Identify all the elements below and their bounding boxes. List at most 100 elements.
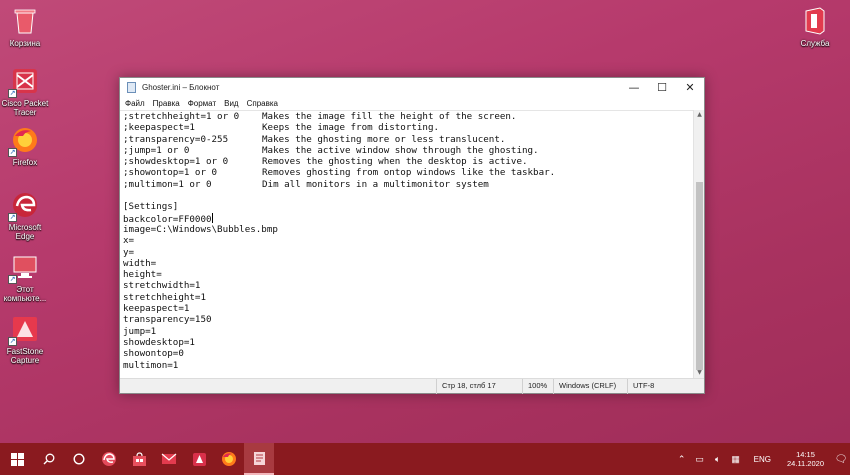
vertical-scrollbar[interactable]: ▲ ▼ [693,110,704,378]
setting-line: stretchwidth=1 [123,280,201,292]
status-cursor-position: Стр 18, стлб 17 [436,379,496,394]
clock-time: 14:15 [796,450,815,459]
recycle-bin-icon [10,6,40,36]
setting-line: image=C:\Windows\Bubbles.bmp [123,223,278,235]
editor-line-blank [120,190,693,201]
comment-key: ;transparency=0-255 [123,133,229,145]
window-title: Ghoster.ini – Блокнот [142,82,220,92]
desktop-icon-recycle-bin[interactable]: Корзина [1,6,49,48]
setting-line: height= [123,269,162,281]
menu-format[interactable]: Формат [188,99,216,108]
desktop-icon-label: Этот компьюте... [3,285,47,303]
comment-key: ;jump=1 or 0 [123,144,190,156]
editor-line: ;stretchheight=1 or 0 Makes the image fil… [120,111,693,122]
setting-line: transparency=150 [123,314,212,326]
setting-line: stretchheight=1 [123,291,206,303]
firefox-icon: ↗ [8,125,40,157]
comment-desc: Makes the active window show through the… [262,144,539,156]
setting-line: x= [123,235,135,247]
setting-line: showdesktop=1 [123,336,195,348]
comment-desc: Dim all monitors in a multimonitor syste… [262,178,489,190]
comment-desc: Removes the ghosting when the desktop is… [262,156,528,168]
faststone-capture-icon: ↗ [8,314,40,346]
menu-view[interactable]: Вид [224,99,238,108]
comment-key: ;stretchheight=1 or 0 [123,111,240,122]
chevron-up-icon[interactable]: ⌃ [674,454,690,465]
cortana-icon[interactable] [64,443,94,475]
title-bar[interactable]: Ghoster.ini – Блокнот — ☐ ✕ [120,78,704,96]
text-editor[interactable]: ;stretchheight=1 or 0 Makes the image fil… [120,110,693,378]
scrollbar-thumb[interactable] [696,182,703,370]
desktop-icon-firefox[interactable]: ↗ Firefox [1,125,49,167]
menu-bar: Файл Правка Формат Вид Справка [120,96,704,110]
clock[interactable]: 14:15 24.11.2020 [787,450,824,468]
desktop-icon-label: Корзина [9,39,41,48]
editor-line: ;showdesktop=1 or 0 Removes the ghosting … [120,156,693,167]
network-icon[interactable]: ▭ [692,454,708,465]
desktop-icon-label: FastStone Capture [6,347,44,365]
desktop-icon-microsoft-edge[interactable]: ↗ Microsoft Edge [1,190,49,241]
computer-icon: ↗ [8,252,40,284]
comment-desc: Makes the ghosting more or less transluc… [262,133,506,145]
menu-file[interactable]: Файл [125,99,145,108]
setting-line: width= [123,257,157,269]
comment-key: ;keepaspect=1 [123,122,195,134]
editor-line: ;multimon=1 or 0 Dim all monitors in a mu… [120,179,693,190]
scroll-down-arrow-icon[interactable]: ▼ [694,368,705,378]
status-bar: Стр 18, стлб 17 100% Windows (CRLF) UTF-… [120,378,704,394]
desktop-icon-label: Microsoft Edge [8,223,42,241]
text-caret [211,212,213,223]
editor-line-current: backcolor=FF0000 [120,212,693,225]
desktop-icon-label: Служба [800,39,830,48]
search-icon[interactable] [34,443,64,475]
desktop-icon-service[interactable]: Служба [791,6,839,48]
taskbar: ⌃ ▭ 🔈︎ ▦ ENG 14:15 24.11.2020 🗨︎ [0,443,850,475]
mail-icon[interactable] [154,443,184,475]
close-button[interactable]: ✕ [676,78,704,96]
comment-key: ;showontop=1 or 0 [123,167,218,179]
desktop-icon-label: Cisco Packet Tracer [1,99,49,117]
scroll-up-arrow-icon[interactable]: ▲ [694,110,705,120]
notepad-app-icon [127,81,136,93]
comment-key: ;showdesktop=1 or 0 [123,156,229,168]
desktop-icon-cisco-packet-tracer[interactable]: ↗ Cisco Packet Tracer [1,66,49,117]
notification-icon[interactable]: 🗨︎ [832,454,850,465]
setting-line: showontop=0 [123,348,184,360]
desktop-icon-faststone-capture[interactable]: ↗ FastStone Capture [1,314,49,365]
store-icon[interactable] [124,443,154,475]
keyboard-icon[interactable]: ▦ [728,454,744,465]
menu-help[interactable]: Справка [247,99,278,108]
app-icon[interactable] [184,443,214,475]
section-header: [Settings] [123,201,179,213]
status-encoding: UTF-8 [627,379,654,394]
minimize-button[interactable]: — [620,78,648,96]
system-tray: ⌃ ▭ 🔈︎ ▦ ENG 14:15 24.11.2020 🗨︎ [674,443,850,475]
notepad-window[interactable]: Ghoster.ini – Блокнот — ☐ ✕ Файл Правка … [119,77,705,394]
edge-icon[interactable] [94,443,124,475]
windows-start-icon[interactable] [0,443,34,475]
editor-line: ;keepaspect=1 Keeps the image from distor… [120,122,693,133]
setting-line: keepaspect=1 [123,303,190,315]
status-line-endings: Windows (CRLF) [553,379,616,394]
clock-date: 24.11.2020 [787,459,824,468]
volume-icon[interactable]: 🔈︎ [710,454,726,465]
menu-edit[interactable]: Правка [153,99,180,108]
notepad-icon[interactable] [244,443,274,475]
firefox-icon[interactable] [214,443,244,475]
comment-desc: Removes ghosting from ontop windows like… [262,167,556,179]
comment-desc: Keeps the image from distorting. [262,122,440,134]
comment-desc: Makes the image fill the height of the s… [262,111,517,122]
setting-line: multimon=1 [123,359,179,371]
cisco-packet-tracer-icon: ↗ [8,66,40,98]
editor-line: ;jump=1 or 0 Makes the active window show… [120,145,693,156]
maximize-button[interactable]: ☐ [648,78,676,96]
setting-line: jump=1 [123,325,157,337]
editor-line: ;transparency=0-255 Makes the ghosting mo… [120,134,693,145]
desktop-icon-this-pc[interactable]: ↗ Этот компьюте... [1,252,49,303]
desktop-icon-label: Firefox [12,158,38,167]
status-zoom: 100% [522,379,547,394]
comment-key: ;multimon=1 or 0 [123,178,212,190]
office-icon [800,6,830,36]
edge-icon: ↗ [8,190,40,222]
language-indicator[interactable]: ENG [754,455,771,464]
